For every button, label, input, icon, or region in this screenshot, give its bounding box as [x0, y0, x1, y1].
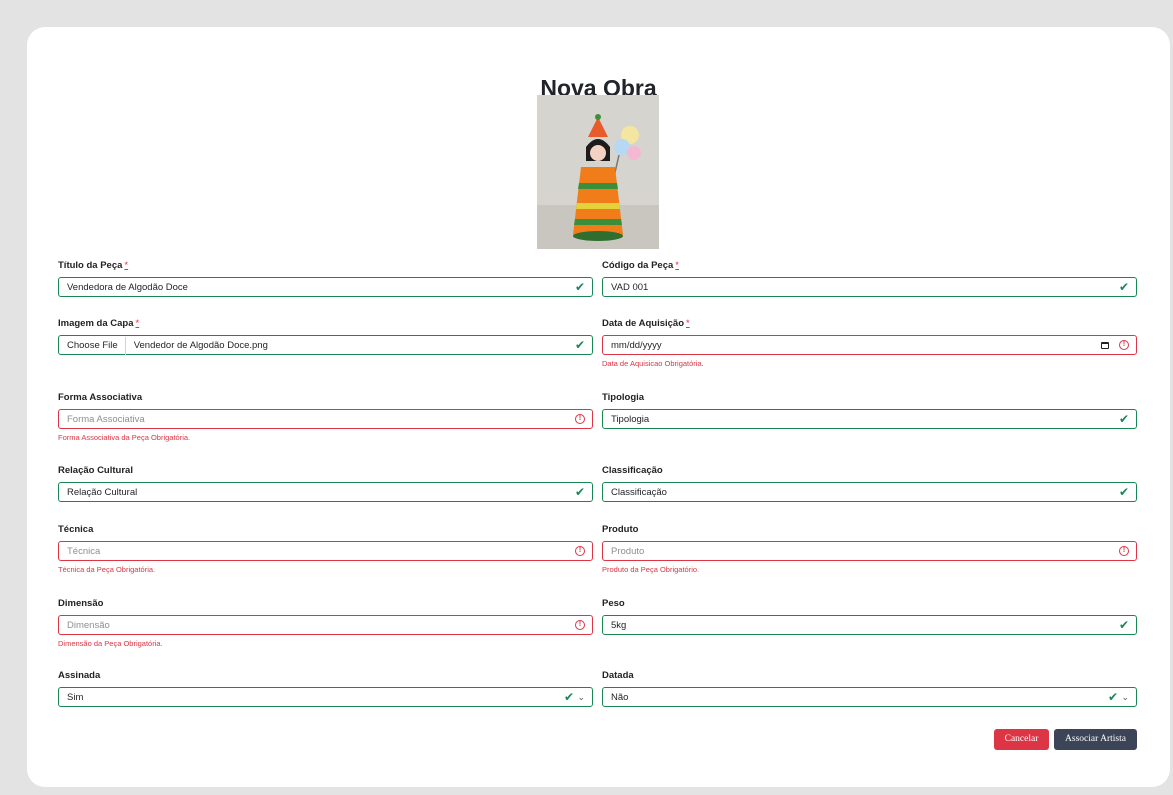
- valid-check-icon: ✔: [574, 280, 585, 294]
- datada-field: Datada Não ✔ ⌄: [602, 669, 1137, 707]
- titulo-input[interactable]: Vendedora de Algodão Doce ✔: [58, 277, 593, 297]
- tipologia-label: Tipologia: [602, 392, 645, 403]
- classificacao-field: Classificação Classificação ✔: [602, 464, 1137, 502]
- calendar-icon[interactable]: [1101, 342, 1109, 349]
- choose-file-button[interactable]: Choose File: [67, 337, 126, 355]
- cover-image: [537, 95, 659, 249]
- valid-check-icon: ✔: [1118, 412, 1129, 426]
- imagem-field: Imagem da Capa * Choose File Vendedor de A…: [58, 317, 593, 355]
- datada-select[interactable]: Não ✔ ⌄: [602, 687, 1137, 707]
- imagem-label: Imagem da Capa *: [58, 318, 140, 329]
- forma-error: Forma Associativa da Peça Obrigatória.: [58, 433, 191, 442]
- tecnica-field: Técnica Técnica ! Técnica da Peça Obriga…: [58, 523, 593, 574]
- valid-check-icon: ✔: [1118, 485, 1129, 499]
- error-icon: !: [575, 414, 585, 424]
- dimensao-label: Dimensão: [58, 598, 104, 609]
- peso-label: Peso: [602, 598, 625, 609]
- codigo-field: Código da Peça * VAD 001 ✔: [602, 259, 1137, 297]
- assinada-label: Assinada: [58, 670, 101, 681]
- valid-check-icon: ✔: [563, 690, 574, 704]
- valid-check-icon: ✔: [574, 485, 585, 499]
- data-aquisicao-label: Data de Aquisição *: [602, 318, 690, 329]
- codigo-label: Código da Peça *: [602, 260, 679, 271]
- valid-check-icon: ✔: [1118, 618, 1129, 632]
- associate-artist-button[interactable]: Associar Artista: [1054, 729, 1137, 750]
- tecnica-error: Técnica da Peça Obrigatória.: [58, 565, 156, 574]
- error-icon: !: [575, 620, 585, 630]
- error-icon: !: [1119, 340, 1129, 350]
- error-icon: !: [575, 546, 585, 556]
- produto-error: Produto da Peça Obrigatório.: [602, 565, 700, 574]
- assinada-field: Assinada Sim ✔ ⌄: [58, 669, 593, 707]
- assinada-select[interactable]: Sim ✔ ⌄: [58, 687, 593, 707]
- peso-input[interactable]: 5kg ✔: [602, 615, 1137, 635]
- forma-field: Forma Associativa Forma Associativa ! Fo…: [58, 391, 593, 442]
- chevron-down-icon[interactable]: ⌄: [577, 688, 585, 707]
- forma-input[interactable]: Forma Associativa !: [58, 409, 593, 429]
- dimensao-input[interactable]: Dimensão !: [58, 615, 593, 635]
- data-aquisicao-field: Data de Aquisição * mm/dd/yyyy ! Data de …: [602, 317, 1137, 368]
- relacao-label: Relação Cultural: [58, 465, 133, 476]
- tipologia-input[interactable]: Tipologia ✔: [602, 409, 1137, 429]
- peso-field: Peso 5kg ✔: [602, 597, 1137, 635]
- produto-input[interactable]: Produto !: [602, 541, 1137, 561]
- relacao-input[interactable]: Relação Cultural ✔: [58, 482, 593, 502]
- codigo-input[interactable]: VAD 001 ✔: [602, 277, 1137, 297]
- forma-label: Forma Associativa: [58, 392, 143, 403]
- classificacao-label: Classificação: [602, 465, 663, 476]
- cancel-button[interactable]: Cancelar: [994, 729, 1049, 750]
- relacao-field: Relação Cultural Relação Cultural ✔: [58, 464, 593, 502]
- datada-label: Datada: [602, 670, 634, 681]
- data-aquisicao-input[interactable]: mm/dd/yyyy !: [602, 335, 1137, 355]
- error-icon: !: [1119, 546, 1129, 556]
- valid-check-icon: ✔: [574, 338, 585, 352]
- tecnica-input[interactable]: Técnica !: [58, 541, 593, 561]
- tipologia-field: Tipologia Tipologia ✔: [602, 391, 1137, 429]
- dimensao-error: Dimensão da Peça Obrigatória.: [58, 639, 163, 648]
- produto-field: Produto Produto ! Produto da Peça Obriga…: [602, 523, 1137, 574]
- produto-label: Produto: [602, 524, 639, 535]
- imagem-file-input[interactable]: Choose File Vendedor de Algodão Doce.png …: [58, 335, 593, 355]
- valid-check-icon: ✔: [1107, 690, 1118, 704]
- valid-check-icon: ✔: [1118, 280, 1129, 294]
- data-aquisicao-error: Data de Aquisicao Obrigatória.: [602, 359, 704, 368]
- titulo-label: Título da Peça *: [58, 260, 129, 271]
- chevron-down-icon[interactable]: ⌄: [1121, 688, 1129, 707]
- titulo-field: Título da Peça * Vendedora de Algodão Doc…: [58, 259, 593, 297]
- classificacao-input[interactable]: Classificação ✔: [602, 482, 1137, 502]
- tecnica-label: Técnica: [58, 524, 94, 535]
- dimensao-field: Dimensão Dimensão ! Dimensão da Peça Obr…: [58, 597, 593, 648]
- form-card: Nova Obra Título da Peça * Vendedora de A…: [27, 27, 1170, 787]
